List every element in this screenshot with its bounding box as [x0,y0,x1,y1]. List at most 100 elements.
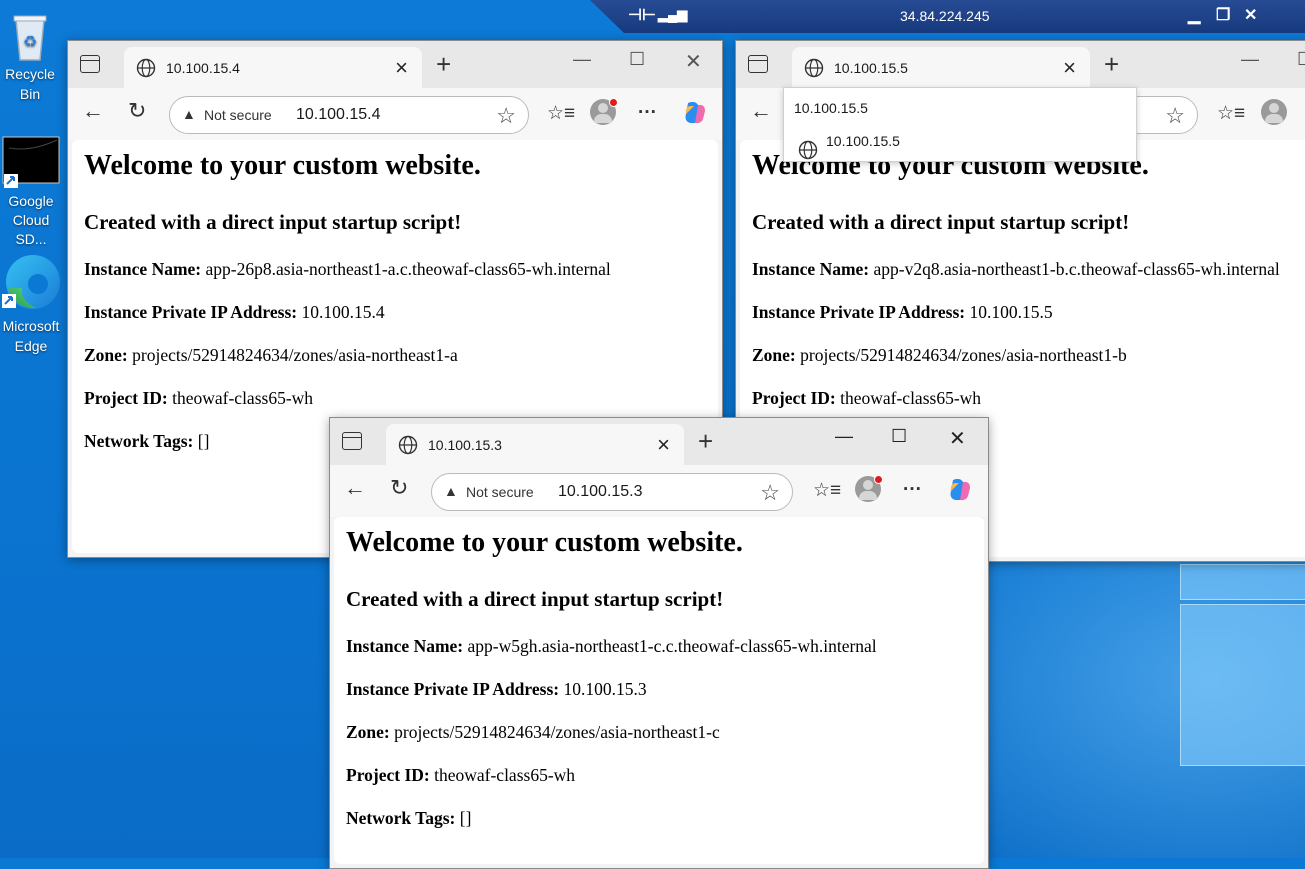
edge-icon [0,252,62,314]
maximize-button[interactable]: ☐ [891,426,907,447]
page-heading: Welcome to your custom website. [84,150,481,181]
favorites-icon[interactable]: ☆≡ [547,102,575,125]
warning-icon: ▲ [444,483,458,499]
notification-dot [609,98,618,107]
tab-actions-icon[interactable] [80,55,100,73]
globe-icon [804,58,824,83]
copilot-icon[interactable] [682,101,708,125]
copilot-icon[interactable] [947,478,973,502]
tab-strip: 10.100.15.3 × + — ☐ ✕ [330,418,988,465]
desktop-icon-microsoft-edge[interactable]: Microsoft Edge [0,252,64,356]
page-subheading: Created with a direct input startup scri… [752,210,1130,234]
new-tab-button[interactable]: + [698,426,713,457]
maximize-button[interactable]: ☐ [1297,49,1305,70]
not-secure-label[interactable]: Not secure [204,107,272,123]
refresh-icon[interactable]: ↻ [128,98,146,124]
network-tags-row: Network Tags: [] [346,808,472,828]
project-row: Project ID: theowaf-class65-wh [346,765,576,785]
url-text[interactable]: 10.100.15.3 [558,483,643,501]
avatar[interactable] [1261,99,1287,125]
more-icon[interactable]: ··· [638,102,657,124]
minimize-button[interactable]: — [1241,49,1259,70]
desktop-icon-label: Recycle Bin [5,66,55,102]
toolbar: ← ↻ ▲ Not secure 10.100.15.3 ☆ ☆≡ ··· [330,465,988,517]
project-row: Project ID: theowaf-class65-wh [84,388,314,408]
zone-row: Zone: projects/52914824634/zones/asia-no… [346,722,720,742]
star-icon[interactable]: ☆ [496,103,516,129]
new-tab-button[interactable]: + [436,49,451,80]
not-secure-label[interactable]: Not secure [466,484,534,500]
back-arrow-icon[interactable]: ← [344,475,366,501]
instance-name-row: Instance Name: app-w5gh.asia-northeast1-… [346,636,877,656]
minimize-button[interactable]: — [835,426,853,447]
address-dropdown: 10.100.15.5 10.100.15.5 [783,87,1137,162]
ip-row: Instance Private IP Address: 10.100.15.4 [84,302,385,322]
avatar[interactable] [590,98,618,125]
rdp-minimize-button[interactable]: ▁ [1188,5,1200,25]
refresh-icon[interactable]: ↻ [390,475,408,501]
browser-tab[interactable]: 10.100.15.5 × [792,47,1090,88]
page-content: Welcome to your custom website. Created … [334,517,984,864]
tab-actions-icon[interactable] [342,432,362,450]
rdp-close-button[interactable]: ✕ [1244,5,1257,25]
address-bar[interactable]: ▲ Not secure 10.100.15.4 ☆ [169,96,529,134]
favorites-icon[interactable]: ☆≡ [813,479,841,502]
ip-row: Instance Private IP Address: 10.100.15.5 [752,302,1053,322]
star-icon[interactable]: ☆ [760,480,780,506]
desktop-icon-label: Google Cloud SD... [8,193,54,247]
tab-close-icon[interactable]: × [395,55,408,81]
pin-icon[interactable]: ⊣⊢ [628,5,656,25]
new-tab-button[interactable]: + [1104,49,1119,80]
rdp-ip: 34.84.224.245 [900,8,990,24]
svg-text:♻: ♻ [23,32,37,51]
globe-icon [398,435,418,460]
instance-name-row: Instance Name: app-26p8.asia-northeast1-… [84,259,611,279]
avatar[interactable] [855,475,883,502]
tab-strip: 10.100.15.4 × + — ☐ ✕ [68,41,722,88]
tab-close-icon[interactable]: × [1063,55,1076,81]
globe-icon [136,58,156,83]
tab-actions-icon[interactable] [748,55,768,73]
url-text[interactable]: 10.100.15.4 [296,106,381,124]
tab-title: 10.100.15.5 [834,60,908,76]
close-button[interactable]: ✕ [949,426,966,451]
network-tags-row: Network Tags: [] [84,431,210,451]
project-row: Project ID: theowaf-class65-wh [752,388,982,408]
terminal-icon [1,136,61,188]
maximize-button[interactable]: ☐ [629,49,645,70]
recycle-bin-icon: ♻ [7,10,53,62]
close-button[interactable]: ✕ [685,49,702,74]
tab-close-icon[interactable]: × [657,432,670,458]
more-icon[interactable]: ··· [903,479,922,501]
zone-row: Zone: projects/52914824634/zones/asia-no… [752,345,1127,365]
browser-tab[interactable]: 10.100.15.3 × [386,424,684,465]
minimize-button[interactable]: — [573,49,591,70]
desktop-icon-google-cloud-sdk[interactable]: Google Cloud SD... [0,136,64,249]
windows-logo [1178,562,1305,772]
browser-window-3: 10.100.15.3 × + — ☐ ✕ ← ↻ ▲ Not secure 1… [329,417,989,869]
tab-strip: 10.100.15.5 × + — ☐ [736,41,1305,88]
warning-icon: ▲ [182,106,196,122]
signal-icon: ▂▄▆ [658,7,688,22]
remote-desktop-bar: ⊣⊢ ▂▄▆ 34.84.224.245 ▁ ❐ ✕ [590,0,1305,33]
notification-dot [874,475,883,484]
desktop-icon-recycle-bin[interactable]: ♻ Recycle Bin [0,10,63,104]
page-heading: Welcome to your custom website. [346,527,743,558]
dropdown-input-text[interactable]: 10.100.15.5 [794,100,868,116]
back-arrow-icon[interactable]: ← [750,98,772,124]
address-bar[interactable]: ▲ Not secure 10.100.15.3 ☆ [431,473,793,511]
tab-title: 10.100.15.3 [428,437,502,453]
back-arrow-icon[interactable]: ← [82,98,104,124]
suggestion-text: 10.100.15.5 [826,133,900,149]
dropdown-suggestion[interactable]: 10.100.15.5 [798,132,1128,160]
browser-tab[interactable]: 10.100.15.4 × [124,47,422,88]
globe-icon [798,140,818,163]
instance-name-row: Instance Name: app-v2q8.asia-northeast1-… [752,259,1280,279]
star-icon[interactable]: ☆ [1165,103,1185,129]
ip-row: Instance Private IP Address: 10.100.15.3 [346,679,647,699]
tab-title: 10.100.15.4 [166,60,240,76]
favorites-icon[interactable]: ☆≡ [1217,102,1245,125]
page-subheading: Created with a direct input startup scri… [84,210,462,234]
rdp-restore-button[interactable]: ❐ [1216,5,1230,25]
toolbar: ← ↻ ▲ Not secure 10.100.15.4 ☆ ☆≡ ··· [68,88,722,140]
